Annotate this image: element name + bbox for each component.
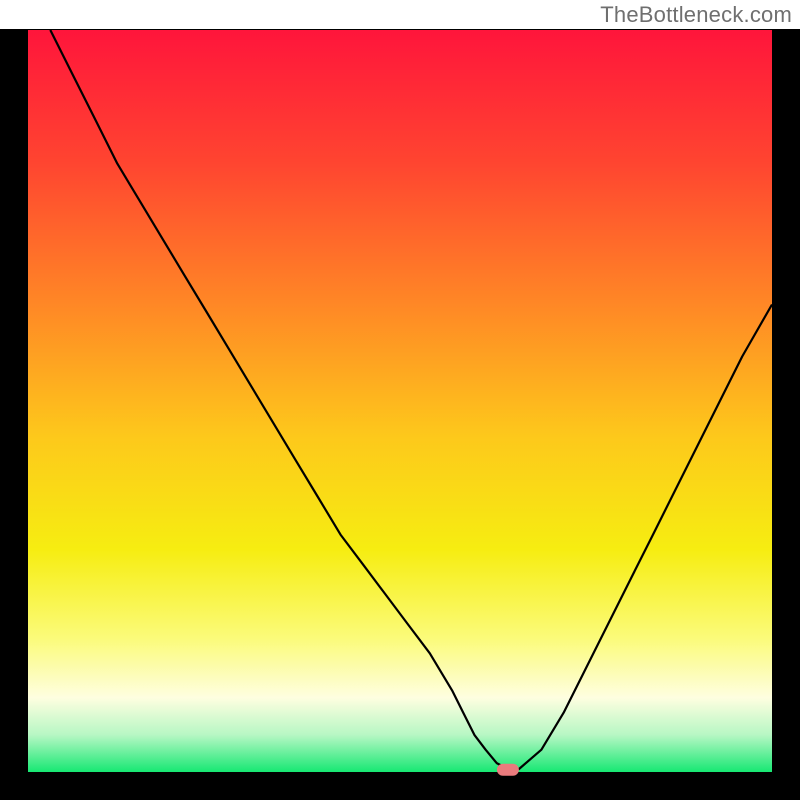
minimum-marker <box>497 764 519 776</box>
watermark-text: TheBottleneck.com <box>600 2 792 28</box>
bottleneck-chart <box>0 0 800 800</box>
chart-container: TheBottleneck.com <box>0 0 800 800</box>
